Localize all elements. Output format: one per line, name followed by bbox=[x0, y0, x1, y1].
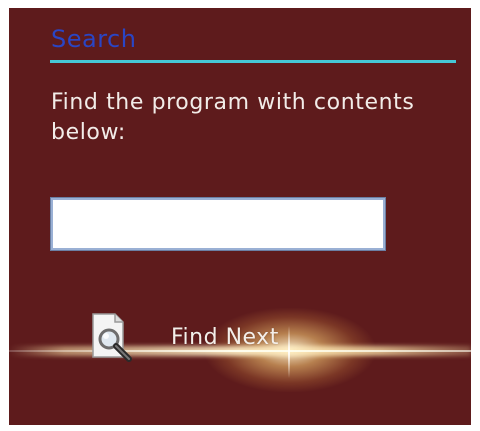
search-prompt: Find the program with contents below: bbox=[51, 90, 415, 145]
find-next-button[interactable]: Find Next bbox=[89, 310, 279, 366]
magnifier-document-icon bbox=[89, 311, 135, 365]
title-divider bbox=[50, 60, 456, 63]
panel-title: Search bbox=[51, 25, 137, 53]
search-panel: Search Find the program with contents be… bbox=[9, 8, 471, 425]
light-sparkle bbox=[288, 326, 290, 378]
find-next-label: Find Next bbox=[171, 325, 279, 350]
search-input[interactable] bbox=[50, 197, 386, 251]
